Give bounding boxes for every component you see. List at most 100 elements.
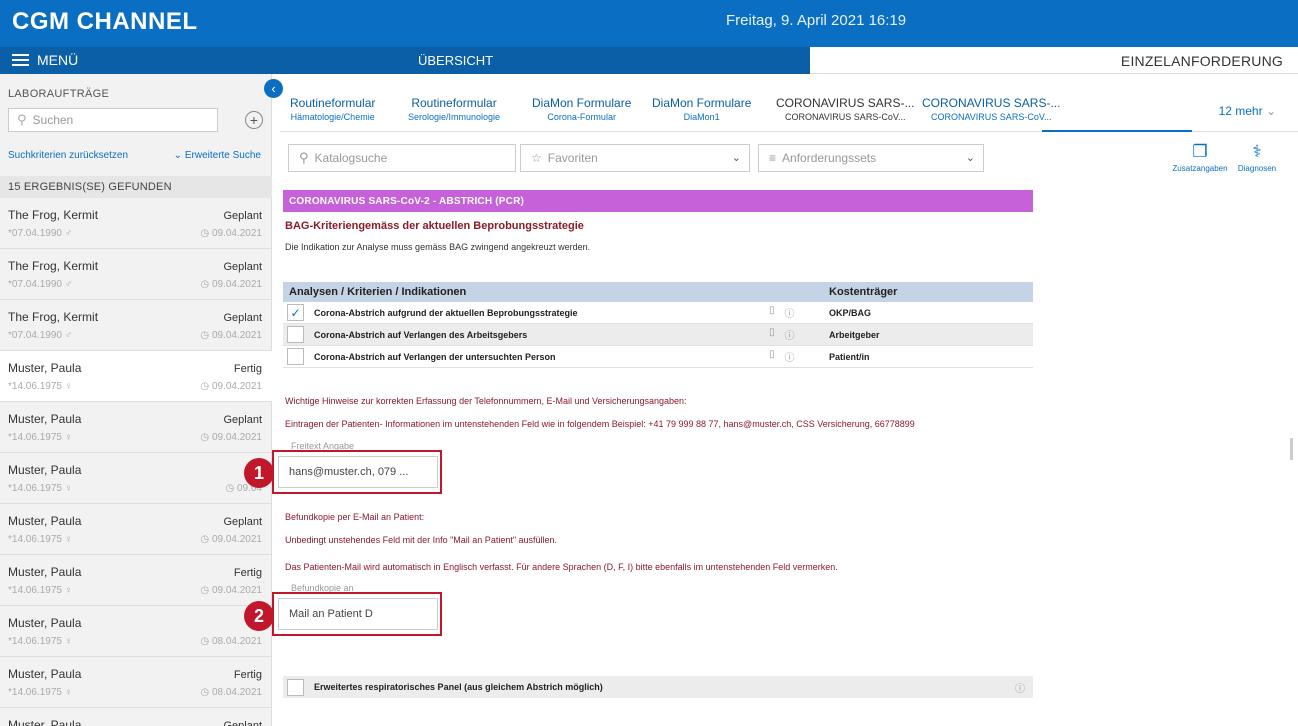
sidebar: LABORAUFTRÄGE ⚲ Suchen + Suchkriterien z… (0, 74, 272, 726)
patient-name: Muster, Paula (8, 361, 82, 375)
search-icon: ⚲ (17, 112, 27, 127)
more-tabs-label: 12 mehr (1218, 104, 1263, 118)
info-icon[interactable]: ⓘ (785, 327, 795, 342)
patient-list-item[interactable]: The Frog, Kermit Geplant *07.04.1990 ♂ ◷ 09… (0, 300, 272, 351)
befund-input[interactable]: Mail an Patient D (278, 598, 438, 630)
catalog-search-placeholder: Katalogsuche (314, 151, 388, 165)
table-row[interactable]: ✓ Corona-Abstrich aufgrund der aktuellen … (283, 302, 1033, 324)
patient-name: Muster, Paula (8, 667, 82, 681)
tube-icon[interactable]: ▯ (769, 349, 775, 364)
tab-form-5[interactable]: CORONAVIRUS SARS-... CORONAVIRUS SARS-CoV… (776, 96, 914, 122)
patient-list-item[interactable]: Muster, Paula Geplant *14.06.1975 ♀ ◷ 09.04… (0, 504, 272, 555)
request-sets-select[interactable]: ≡ Anforderungssets ⌄ (758, 144, 984, 172)
tube-icon[interactable]: ▯ (769, 305, 775, 320)
search-placeholder: Suchen (32, 113, 74, 127)
freetext-input[interactable]: hans@muster.ch, 079 ... (278, 456, 438, 488)
patient-list-item[interactable]: Muster, Paula Fertig *14.06.1975 ♀ ◷ 09.04.… (0, 351, 272, 402)
notes-text: Eintragen der Patienten- Informationen i… (285, 419, 915, 429)
clock-icon: ◷ (200, 636, 212, 647)
order-status: Geplant (223, 720, 262, 726)
patient-name: The Frog, Kermit (8, 310, 99, 324)
info-icon[interactable]: ⓘ (1015, 680, 1025, 695)
tab-title: CORONAVIRUS SARS-... (776, 96, 915, 110)
table-row[interactable]: Corona-Abstrich auf Verlangen des Arbeit… (283, 324, 1033, 346)
overview-tab[interactable]: ÜBERSICHT (418, 53, 493, 68)
indication-checkbox[interactable] (287, 348, 304, 365)
reset-search-link[interactable]: Suchkriterien zurücksetzen (8, 150, 128, 161)
scrollbar-marker[interactable] (1290, 438, 1293, 460)
order-status: Fertig (233, 669, 262, 681)
clock-icon: ◷ (200, 534, 212, 545)
tab-form-4[interactable]: DiaMon Formulare DiaMon1 (652, 96, 751, 122)
clock-icon: ◷ (225, 483, 237, 494)
tab-form-3[interactable]: DiaMon Formulare Corona-Formular (532, 96, 631, 122)
extended-panel-checkbox[interactable] (287, 678, 304, 696)
tab-form-1[interactable]: Routineformular Hämatologie/Chemie (290, 96, 375, 122)
patient-dob: *07.04.1990 ♂ (8, 228, 73, 239)
stethoscope-icon: ⚕ (1252, 142, 1262, 161)
catalog-search-input[interactable]: ⚲ Katalogsuche (288, 144, 516, 172)
patient-list: The Frog, Kermit Geplant *07.04.1990 ♂ ◷ 09… (0, 198, 272, 726)
add-order-button[interactable]: + (245, 111, 263, 129)
patient-list-item[interactable]: Muster, Paula Fertig *14.06.1975 ♀ ◷ 09.04.… (0, 555, 272, 606)
list-icon: ≡ (769, 151, 777, 165)
results-count: 15 ERGEBNIS(SE) GEFUNDEN (0, 176, 272, 198)
criteria-title: BAG-Kriteriengemäss der aktuellen Beprob… (285, 220, 584, 232)
menu-button[interactable]: MENÜ (12, 51, 78, 69)
analyses-table: Analysen / Kriterien / Indikationen Kost… (283, 282, 1033, 368)
favorites-select[interactable]: ☆ Favoriten ⌄ (520, 144, 750, 172)
diagnoses-label: Diagnosen (1237, 164, 1277, 173)
more-tabs-button[interactable]: 12 mehr ⌄ (1219, 104, 1276, 118)
patient-dob: *14.06.1975 ♀ (8, 585, 73, 596)
favorites-label: Favoriten (547, 151, 598, 165)
chevron-down-icon: ⌄ (1265, 104, 1276, 118)
info-icon[interactable]: ⓘ (785, 349, 795, 364)
criteria-text: Die Indikation zur Analyse muss gemäss B… (285, 242, 591, 252)
col-payer: Kostenträger (829, 286, 898, 298)
patient-dob: *14.06.1975 ♀ (8, 636, 73, 647)
indication-checkbox[interactable]: ✓ (287, 304, 304, 321)
patient-name: The Frog, Kermit (8, 208, 99, 222)
patient-dob: *14.06.1975 ♀ (8, 687, 73, 698)
befund-text-1: Unbedingt unstehendes Feld mit der Info … (285, 535, 558, 545)
table-row[interactable]: Corona-Abstrich auf Verlangen der unters… (283, 346, 1033, 368)
extended-panel-row[interactable]: Erweitertes respiratorisches Panel (aus … (283, 676, 1033, 698)
patient-list-item[interactable]: The Frog, Kermit Geplant *07.04.1990 ♂ ◷ 09… (0, 249, 272, 300)
patient-dob: *14.06.1975 ♀ (8, 381, 73, 392)
indication-label: Corona-Abstrich auf Verlangen des Arbeit… (314, 329, 528, 340)
clock-icon: ◷ (200, 228, 212, 239)
app-brand: CGM CHANNEL (12, 8, 198, 35)
menu-bar-left: MENÜ ÜBERSICHT (0, 47, 810, 74)
additional-info-button[interactable]: ❐ Zusatzangaben (1170, 142, 1230, 174)
collapse-sidebar-button[interactable]: ‹ (264, 79, 283, 98)
patient-list-item[interactable]: The Frog, Kermit Geplant *07.04.1990 ♂ ◷ 09… (0, 198, 272, 249)
clock-icon: ◷ (200, 330, 212, 341)
tab-form-6[interactable]: CORONAVIRUS SARS-... CORONAVIRUS SARS-CoV… (922, 96, 1060, 122)
patient-list-item[interactable]: Muster, Paula Fertig *14.06.1975 ♀ ◷ 08.04.… (0, 657, 272, 708)
chevron-down-icon: ⌄ (731, 152, 741, 164)
menu-bar-right: EINZELANFORDERUNG (810, 47, 1298, 74)
tab-subtitle: DiaMon1 (683, 112, 720, 122)
order-status: Geplant (223, 210, 262, 222)
patient-name: Muster, Paula (8, 514, 82, 528)
patient-list-item[interactable]: Muster, Paula Geplant *14.06.1975 ♀ ◷ 09.04… (0, 402, 272, 453)
order-date: ◷ 09.04.2021 (200, 585, 262, 596)
payer-label: OKP/BAG (829, 307, 872, 318)
order-date-text: 09.04.2021 (211, 228, 262, 239)
patient-dob: *14.06.1975 ♀ (8, 534, 73, 545)
hamburger-icon (12, 51, 29, 69)
diagnoses-button[interactable]: ⚕ Diagnosen (1232, 142, 1282, 174)
sidebar-search-input[interactable]: ⚲ Suchen (8, 108, 218, 132)
patient-list-item[interactable]: Muster, Paula Geplant (0, 708, 272, 726)
annotation-badge-2: 2 (244, 601, 274, 631)
info-icon[interactable]: ⓘ (785, 305, 795, 320)
chevron-left-icon: ‹ (271, 81, 276, 96)
tab-form-2[interactable]: Routineformular Serologie/Immunologie (408, 96, 500, 122)
tube-icon[interactable]: ▯ (769, 327, 775, 342)
extended-search-link[interactable]: ⌄ Erweiterte Suche (174, 150, 261, 161)
order-date: ◷ 09.04.2021 (200, 432, 262, 443)
payer-label: Patient/in (829, 351, 870, 362)
patient-list-item[interactable]: Muster, Paula *14.06.1975 ♀ ◷ 09.04 (0, 453, 272, 504)
indication-checkbox[interactable] (287, 326, 304, 343)
patient-list-item[interactable]: Muster, Paula *14.06.1975 ♀ ◷ 08.04.2021 (0, 606, 272, 657)
